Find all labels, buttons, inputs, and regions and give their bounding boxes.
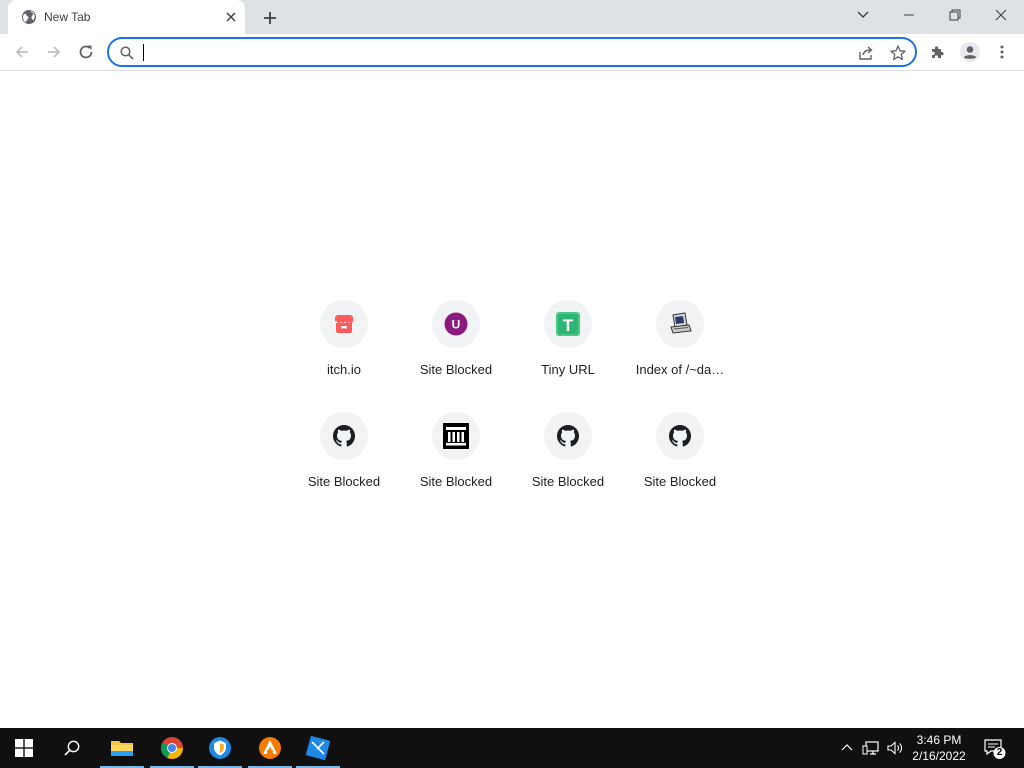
search-button[interactable] <box>48 728 96 768</box>
computer-icon <box>670 312 692 334</box>
letter-t-text: T <box>563 316 574 335</box>
shortcut-icon-wrap <box>544 412 592 460</box>
shortcut-tile[interactable]: Site Blocked <box>288 412 400 524</box>
reload-icon <box>79 45 93 59</box>
minimize-button[interactable] <box>886 0 932 30</box>
new-tab-button[interactable] <box>258 6 282 30</box>
start-button[interactable] <box>0 728 48 768</box>
text-caret <box>143 44 144 61</box>
shortcut-tile[interactable]: itch.io <box>288 300 400 412</box>
show-hidden-icons-button[interactable] <box>837 738 857 758</box>
shortcut-title: itch.io <box>327 362 361 377</box>
app-orange-icon <box>259 737 281 759</box>
shortcut-tile[interactable]: Site Blocked <box>624 412 736 524</box>
arrow-right-icon <box>48 46 61 58</box>
more-vert-icon <box>1000 45 1004 59</box>
taskbar-file-explorer[interactable] <box>98 728 146 768</box>
shortcut-icon-wrap <box>432 412 480 460</box>
letter-u-text: U <box>452 318 461 332</box>
shortcut-icon-wrap <box>656 300 704 348</box>
reload-button[interactable] <box>72 38 100 66</box>
taskbar-orange-app[interactable] <box>246 728 294 768</box>
taskbar-vpn-app[interactable] <box>196 728 244 768</box>
bookmark-star-icon[interactable] <box>889 44 907 62</box>
omnibox[interactable] <box>107 37 917 67</box>
shortcut-tile[interactable]: U Site Blocked <box>400 300 512 412</box>
taskbar-chrome[interactable] <box>148 728 196 768</box>
shortcut-icon-wrap <box>320 300 368 348</box>
search-icon <box>64 740 80 756</box>
shortcut-tile[interactable]: Index of /~da… <box>624 300 736 412</box>
address-input[interactable] <box>142 42 842 62</box>
github-icon <box>669 425 692 447</box>
file-explorer-icon <box>111 741 133 756</box>
shortcut-title: Site Blocked <box>531 474 605 489</box>
restore-button[interactable] <box>932 0 978 30</box>
tinyurl-icon: T <box>556 312 580 336</box>
clock-date: 2/16/2022 <box>912 749 966 763</box>
shortcut-icon-wrap: U <box>432 300 480 348</box>
shortcut-title: Site Blocked <box>643 474 717 489</box>
chrome-icon <box>161 737 183 759</box>
arrow-left-icon <box>15 46 28 58</box>
profile-button[interactable] <box>956 38 984 66</box>
itchio-icon <box>335 315 353 333</box>
toolbar <box>0 34 1024 71</box>
notification-count: 2 <box>996 747 1003 758</box>
github-icon <box>333 425 356 447</box>
shortcut-tile[interactable]: T Tiny URL <box>512 300 624 412</box>
network-icon <box>862 741 879 755</box>
clock[interactable]: 3:46 PM 2/16/2022 <box>906 732 972 764</box>
minimize-icon <box>904 14 914 16</box>
shortcut-title: Tiny URL <box>541 362 595 377</box>
shortcut-icon-wrap: T <box>544 300 592 348</box>
shortcut-title: Site Blocked <box>419 362 493 377</box>
share-icon[interactable] <box>857 44 875 62</box>
vpn-shield-icon <box>209 737 231 759</box>
puzzle-icon <box>932 46 944 58</box>
shortcut-tile[interactable]: Site Blocked <box>400 412 512 524</box>
action-center-button[interactable]: 2 <box>980 736 1010 762</box>
museum-icon <box>443 423 469 449</box>
chevron-down-icon <box>857 11 869 18</box>
search-icon <box>120 46 134 60</box>
shortcut-title: Index of /~da… <box>635 362 725 377</box>
network-button[interactable] <box>861 738 881 758</box>
shortcut-icon-wrap <box>656 412 704 460</box>
volume-button[interactable] <box>885 738 905 758</box>
volume-icon <box>887 741 902 755</box>
letter-u-icon: U <box>444 312 468 336</box>
chevron-up-icon <box>841 744 853 751</box>
shortcut-title: Site Blocked <box>419 474 493 489</box>
back-button[interactable] <box>8 38 36 66</box>
avatar-icon <box>960 42 980 62</box>
globe-icon <box>22 10 36 24</box>
extensions-button[interactable] <box>924 38 952 66</box>
tab-new-tab[interactable]: New Tab <box>8 0 245 34</box>
close-window-button[interactable] <box>978 0 1024 30</box>
tab-search-button[interactable] <box>840 0 886 30</box>
taskbar-blue-app[interactable] <box>294 728 342 768</box>
shortcut-icon-wrap <box>320 412 368 460</box>
windows-icon <box>15 739 33 757</box>
app-blue-icon <box>306 736 330 760</box>
github-icon <box>557 425 580 447</box>
taskbar: 3:46 PM 2/16/2022 2 <box>0 728 1024 768</box>
forward-button[interactable] <box>40 38 68 66</box>
close-icon <box>995 9 1007 21</box>
shortcut-tile[interactable]: Site Blocked <box>512 412 624 524</box>
menu-button[interactable] <box>988 38 1016 66</box>
tab-strip: New Tab <box>0 0 1024 34</box>
tab-title: New Tab <box>44 10 91 24</box>
clock-time: 3:46 PM <box>916 733 962 747</box>
close-tab-icon[interactable] <box>222 8 240 26</box>
restore-icon <box>949 9 961 21</box>
shortcut-title: Site Blocked <box>307 474 381 489</box>
